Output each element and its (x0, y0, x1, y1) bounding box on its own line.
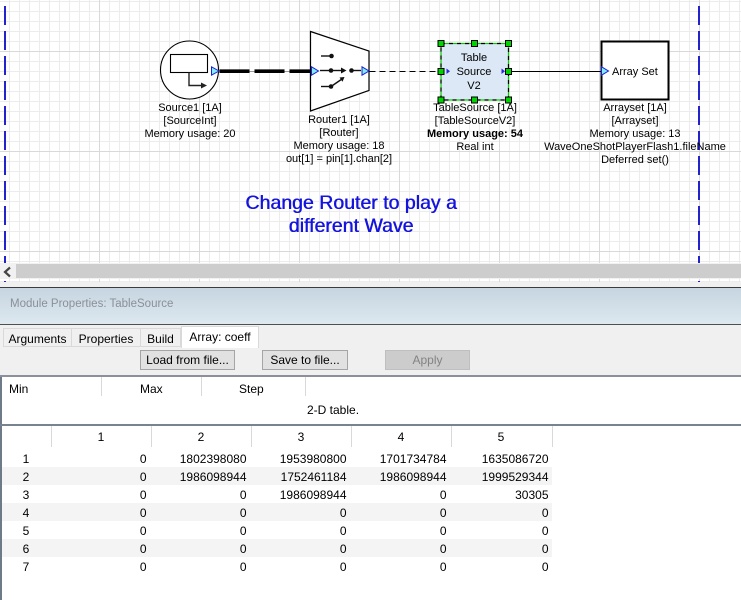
svg-text:Array Set: Array Set (612, 66, 658, 78)
